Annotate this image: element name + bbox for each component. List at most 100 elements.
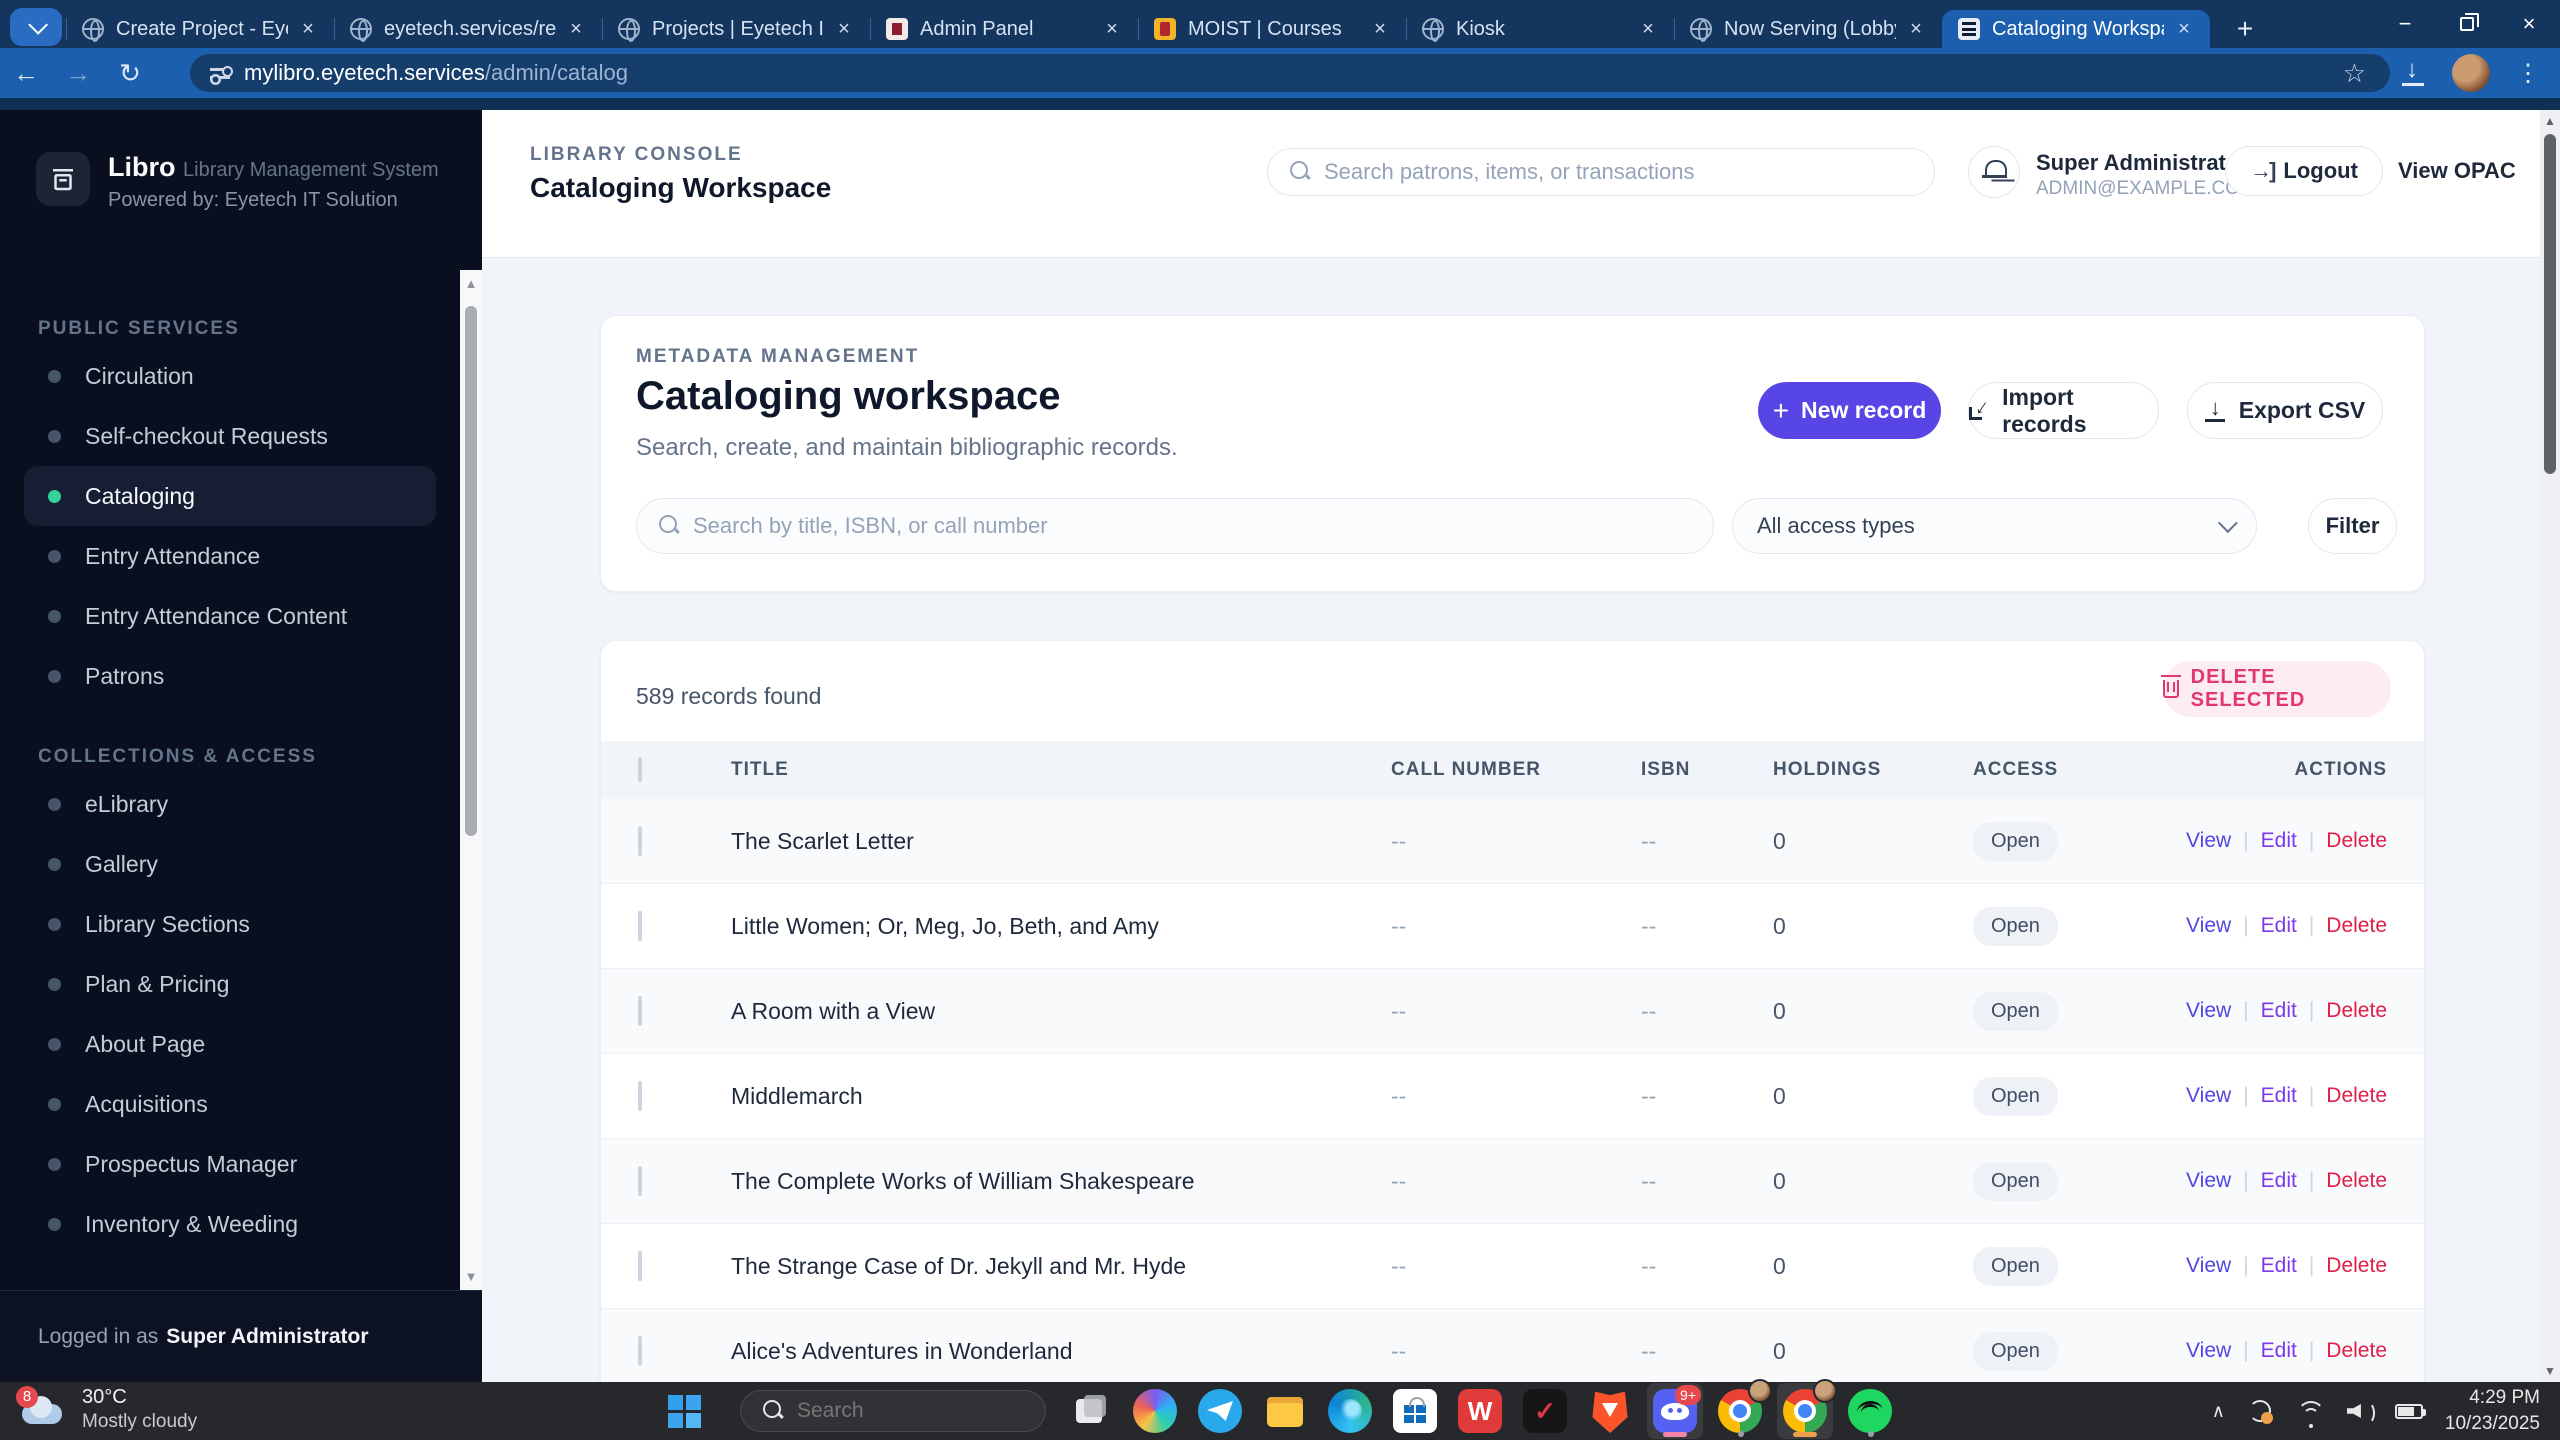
global-search-input[interactable]: [1324, 159, 1857, 185]
browser-tab[interactable]: Now Serving (Lobby) ×: [1674, 10, 1942, 48]
view-link[interactable]: View: [2186, 1339, 2231, 1363]
browser-tab[interactable]: Create Project - Eyet ×: [66, 10, 334, 48]
delete-link[interactable]: Delete: [2326, 1084, 2387, 1108]
minimize-button[interactable]: −: [2374, 0, 2436, 48]
sidebar-item[interactable]: Patrons: [24, 646, 436, 706]
export-csv-button[interactable]: Export CSV: [2187, 382, 2383, 439]
new-tab-button[interactable]: +: [2225, 10, 2265, 48]
page-scroll-thumb[interactable]: [2544, 134, 2556, 474]
scroll-down-arrow[interactable]: ▼: [460, 1269, 482, 1284]
browser-tab[interactable]: Kiosk ×: [1406, 10, 1674, 48]
sidebar-item[interactable]: Inventory & Weeding: [24, 1194, 436, 1254]
filter-button[interactable]: Filter: [2308, 498, 2397, 554]
row-checkbox[interactable]: [638, 1080, 642, 1111]
weather-widget[interactable]: 8 30°C Mostly cloudy: [16, 1385, 197, 1433]
row-checkbox[interactable]: [638, 995, 642, 1026]
reload-button[interactable]: ↻: [104, 58, 156, 89]
tab-close-icon[interactable]: ×: [2172, 18, 2196, 41]
select-all-checkbox[interactable]: [638, 757, 642, 782]
sidebar-item[interactable]: Library Sections: [24, 894, 436, 954]
browser-tab[interactable]: Cataloging Workspa ×: [1942, 10, 2210, 48]
edit-link[interactable]: Edit: [2261, 1254, 2297, 1278]
delete-link[interactable]: Delete: [2326, 829, 2387, 853]
sidebar-item[interactable]: About Page: [24, 1014, 436, 1074]
view-link[interactable]: View: [2186, 1084, 2231, 1108]
taskbar-app-button[interactable]: [1062, 1383, 1118, 1439]
new-record-button[interactable]: + New record: [1758, 382, 1941, 439]
sidebar-scrollbar[interactable]: ▲ ▼: [460, 270, 482, 1290]
tab-close-icon[interactable]: ×: [564, 18, 588, 41]
browser-tab[interactable]: eyetech.services/reli ×: [334, 10, 602, 48]
edit-link[interactable]: Edit: [2261, 1084, 2297, 1108]
edit-link[interactable]: Edit: [2261, 829, 2297, 853]
row-checkbox[interactable]: [638, 1165, 642, 1196]
wifi-icon[interactable]: [2295, 1399, 2325, 1423]
sidebar-item[interactable]: Entry Attendance Content: [24, 586, 436, 646]
scroll-down-arrow[interactable]: ▼: [2540, 1364, 2560, 1378]
tab-search-button[interactable]: [10, 8, 62, 46]
scroll-up-arrow[interactable]: ▲: [2540, 114, 2560, 128]
taskbar-app-button[interactable]: [1257, 1383, 1313, 1439]
logout-button[interactable]: →] Logout: [2225, 146, 2383, 196]
tab-close-icon[interactable]: ×: [832, 18, 856, 41]
sidebar-scroll-thumb[interactable]: [465, 306, 477, 836]
tray-expand-icon[interactable]: ∧: [2212, 1401, 2225, 1422]
sidebar-item[interactable]: Entry Attendance: [24, 526, 436, 586]
sidebar-item[interactable]: eLibrary: [24, 774, 436, 834]
row-checkbox[interactable]: [638, 1335, 642, 1366]
taskbar-app-button[interactable]: W: [1452, 1383, 1508, 1439]
forward-button[interactable]: →: [52, 58, 104, 89]
page-scrollbar[interactable]: ▲ ▼: [2540, 110, 2560, 1382]
tab-close-icon[interactable]: ×: [296, 18, 320, 41]
close-window-button[interactable]: ×: [2498, 0, 2560, 48]
view-opac-link[interactable]: View OPAC: [2398, 158, 2516, 184]
sidebar-item[interactable]: Acquisitions: [24, 1074, 436, 1134]
address-bar[interactable]: mylibro.eyetech.services/admin/catalog ☆: [190, 54, 2390, 92]
view-link[interactable]: View: [2186, 914, 2231, 938]
edit-link[interactable]: Edit: [2261, 1339, 2297, 1363]
update-sync-icon[interactable]: [2247, 1398, 2273, 1424]
sidebar-item[interactable]: Prospectus Manager: [24, 1134, 436, 1194]
browser-menu-icon[interactable]: ⋮: [2516, 59, 2540, 88]
bookmark-star-icon[interactable]: ☆: [2343, 58, 2366, 89]
catalog-search[interactable]: [636, 498, 1714, 554]
clock[interactable]: 4:29 PM 10/23/2025: [2445, 1385, 2540, 1436]
sidebar-item[interactable]: Self-checkout Requests: [24, 406, 436, 466]
site-settings-icon[interactable]: [210, 66, 233, 80]
taskbar-app-button[interactable]: [1842, 1383, 1898, 1439]
view-link[interactable]: View: [2186, 999, 2231, 1023]
delete-link[interactable]: Delete: [2326, 1169, 2387, 1193]
view-link[interactable]: View: [2186, 1254, 2231, 1278]
battery-icon[interactable]: [2394, 1403, 2426, 1419]
tab-close-icon[interactable]: ×: [1636, 18, 1660, 41]
taskbar-app-button[interactable]: [1777, 1379, 1837, 1439]
edit-link[interactable]: Edit: [2261, 914, 2297, 938]
browser-tab[interactable]: MOIST | Courses ×: [1138, 10, 1406, 48]
import-records-button[interactable]: Import records: [1968, 382, 2159, 439]
global-search[interactable]: [1267, 148, 1935, 196]
taskbar-search[interactable]: [740, 1390, 1046, 1432]
taskbar-app-button[interactable]: [1322, 1383, 1378, 1439]
sidebar-item[interactable]: Plan & Pricing: [24, 954, 436, 1014]
row-checkbox[interactable]: [638, 910, 642, 941]
tab-close-icon[interactable]: ×: [1100, 18, 1124, 41]
row-checkbox[interactable]: [638, 825, 642, 856]
access-type-select[interactable]: All access types: [1732, 498, 2257, 554]
browser-tab[interactable]: Admin Panel ×: [870, 10, 1138, 48]
delete-link[interactable]: Delete: [2326, 1339, 2387, 1363]
browser-tab[interactable]: Projects | Eyetech IT ×: [602, 10, 870, 48]
tab-close-icon[interactable]: ×: [1368, 18, 1392, 41]
taskbar-app-button[interactable]: [1192, 1383, 1248, 1439]
row-checkbox[interactable]: [638, 1250, 642, 1281]
edit-link[interactable]: Edit: [2261, 1169, 2297, 1193]
maximize-button[interactable]: [2436, 0, 2498, 48]
delete-link[interactable]: Delete: [2326, 1254, 2387, 1278]
sidebar-item[interactable]: Circulation: [24, 346, 436, 406]
scroll-up-arrow[interactable]: ▲: [460, 276, 482, 291]
sidebar-item[interactable]: Cataloging: [24, 466, 436, 526]
delete-selected-button[interactable]: DELETE SELECTED: [2161, 661, 2391, 717]
start-button[interactable]: [668, 1395, 702, 1429]
taskbar-app-button[interactable]: ✓: [1517, 1383, 1573, 1439]
tab-close-icon[interactable]: ×: [1904, 18, 1928, 41]
taskbar-search-input[interactable]: [797, 1399, 997, 1423]
